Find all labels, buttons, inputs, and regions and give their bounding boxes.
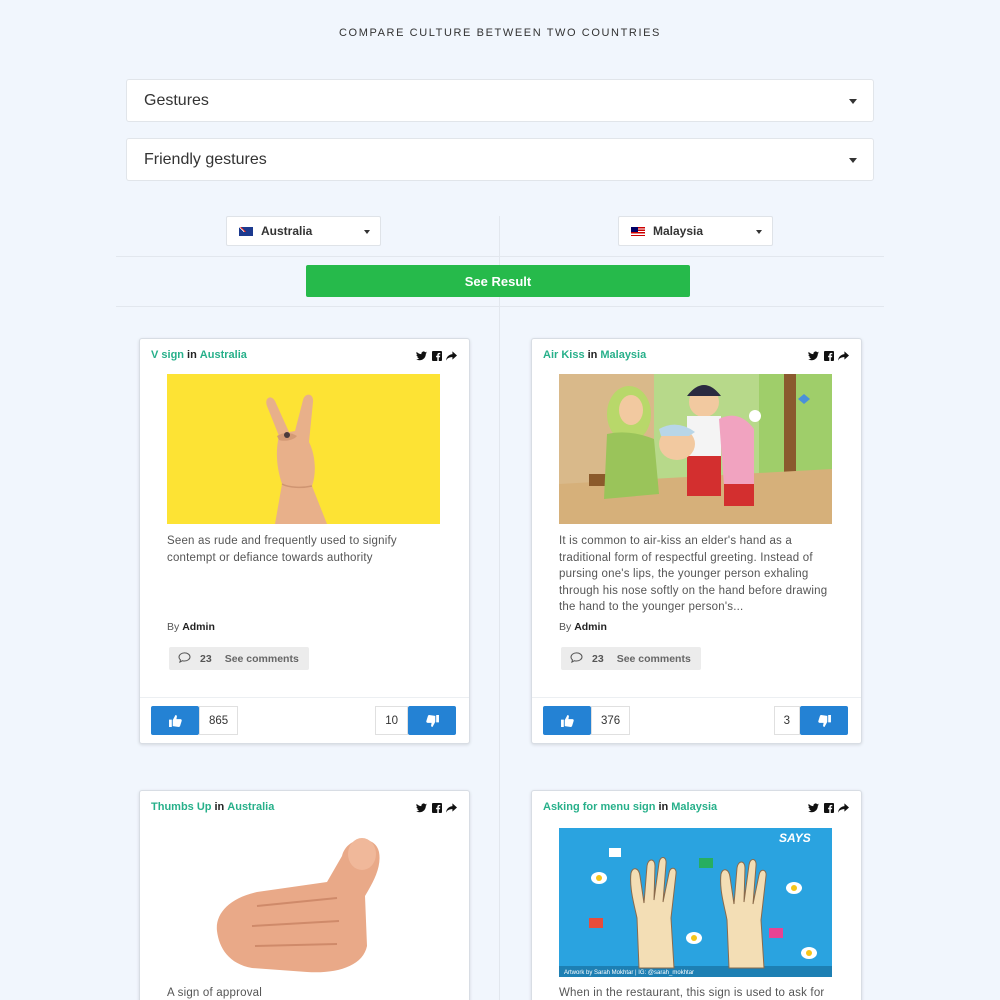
like-group: 376 [543, 706, 631, 735]
gesture-card: Thumbs Up in Australia A sign of approval [139, 790, 470, 1000]
country-link[interactable]: Malaysia [600, 349, 646, 361]
card-title: Asking for menu sign in Malaysia [543, 801, 718, 813]
australia-flag-icon [239, 226, 253, 236]
gesture-image [559, 374, 832, 524]
thumbs-down-icon [425, 714, 439, 727]
thumbs-up-icon [168, 714, 182, 727]
divider [532, 697, 861, 698]
see-result-button[interactable]: See Result [306, 265, 690, 297]
gesture-description: When in the restaurant, this sign is use… [559, 987, 825, 999]
facebook-icon[interactable] [431, 802, 442, 813]
share-icons [808, 802, 849, 813]
dislike-count: 3 [773, 706, 800, 735]
category-select-value: Gestures [144, 91, 209, 109]
share-icon[interactable] [446, 802, 457, 813]
gesture-link[interactable]: Asking for menu sign [543, 801, 655, 813]
like-count: 865 [199, 706, 239, 735]
share-icons [416, 350, 457, 361]
dislike-group: 3 [773, 706, 848, 735]
dislike-group: 10 [375, 706, 456, 735]
chevron-down-icon [756, 230, 762, 234]
speech-bubble-icon [178, 651, 191, 666]
twitter-icon[interactable] [808, 350, 819, 361]
author-name: Admin [182, 621, 215, 633]
card-title: V sign in Australia [151, 349, 247, 361]
divider [116, 256, 884, 257]
comments-count: 23 [592, 652, 604, 665]
dislike-count: 10 [375, 706, 408, 735]
dislike-button[interactable] [800, 706, 848, 735]
page-title: COMPARE CULTURE BETWEEN TWO COUNTRIES [339, 27, 661, 39]
facebook-icon[interactable] [823, 350, 834, 361]
chevron-down-icon [849, 158, 857, 163]
facebook-icon[interactable] [431, 350, 442, 361]
share-icon[interactable] [838, 802, 849, 813]
country-link[interactable]: Australia [227, 801, 274, 813]
card-title: Air Kiss in Malaysia [543, 349, 647, 361]
divider [116, 306, 884, 307]
twitter-icon[interactable] [808, 802, 819, 813]
dislike-button[interactable] [408, 706, 456, 735]
author: By Admin [559, 621, 607, 633]
country-link[interactable]: Malaysia [671, 801, 717, 813]
facebook-icon[interactable] [823, 802, 834, 813]
comments-count: 23 [200, 652, 212, 665]
country-select-right[interactable]: Malaysia [618, 216, 773, 246]
artwork-credit: Artwork by Sarah Mokhtar | IG: @sarah_mo… [564, 970, 694, 976]
gesture-card: Air Kiss in Malaysia It is common to air… [531, 338, 862, 744]
twitter-icon[interactable] [416, 802, 427, 813]
says-logo: SAYS [779, 831, 811, 845]
gesture-link[interactable]: Thumbs Up [151, 801, 212, 813]
gesture-link[interactable]: V sign [151, 349, 184, 361]
subcategory-select[interactable]: Friendly gestures [126, 138, 874, 181]
category-select[interactable]: Gestures [126, 79, 874, 122]
gesture-card: V sign in Australia Seen as rude and frequ… [139, 338, 470, 744]
country-select-left[interactable]: Australia [226, 216, 381, 246]
country-link[interactable]: Australia [200, 349, 247, 361]
malaysia-flag-icon [631, 226, 645, 236]
share-icons [416, 802, 457, 813]
thumbs-up-icon [560, 714, 574, 727]
like-count: 376 [591, 706, 631, 735]
share-icon[interactable] [838, 350, 849, 361]
thumbs-down-icon [817, 714, 831, 727]
speech-bubble-icon [570, 651, 583, 666]
twitter-icon[interactable] [416, 350, 427, 361]
gesture-description: A sign of approval [167, 987, 263, 999]
gesture-link[interactable]: Air Kiss [543, 349, 585, 361]
gesture-card: Asking for menu sign in Malaysia SAYS Artw… [531, 790, 862, 1000]
share-icon[interactable] [446, 350, 457, 361]
country-left-label: Australia [261, 224, 313, 238]
see-comments-label: See comments [224, 652, 299, 665]
gesture-image [167, 826, 440, 976]
gesture-description: It is common to air-kiss an elder's hand… [559, 535, 828, 613]
author: By Admin [167, 621, 215, 633]
column-divider [499, 216, 500, 1000]
chevron-down-icon [364, 230, 370, 234]
gesture-description: Seen as rude and frequently used to sign… [167, 535, 397, 564]
see-comments-button[interactable]: 23 See comments [169, 647, 309, 670]
card-title: Thumbs Up in Australia [151, 801, 275, 813]
gesture-image [167, 374, 440, 524]
author-name: Admin [574, 621, 607, 633]
divider [140, 697, 469, 698]
share-icons [808, 350, 849, 361]
see-comments-button[interactable]: 23 See comments [561, 647, 701, 670]
gesture-image: SAYS Artwork by Sarah Mokhtar | IG: @sar… [559, 828, 832, 977]
like-button[interactable] [151, 706, 199, 735]
chevron-down-icon [849, 99, 857, 104]
like-button[interactable] [543, 706, 591, 735]
see-comments-label: See comments [616, 652, 691, 665]
like-group: 865 [151, 706, 239, 735]
subcategory-select-value: Friendly gestures [144, 150, 267, 168]
country-right-label: Malaysia [653, 224, 704, 238]
